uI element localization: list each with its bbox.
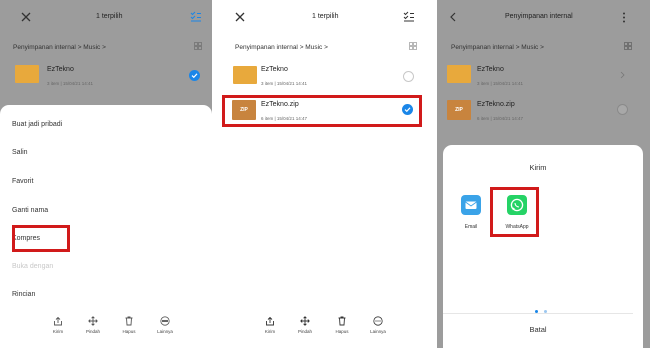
panel-share-sheet: Penyimpanan internal Penyimpanan interna… [437, 0, 650, 348]
share-icon [265, 316, 275, 326]
selection-title: 1 terpilih [312, 13, 339, 20]
file-name: EzTekno.zip [477, 101, 515, 108]
back-arrow-icon[interactable] [449, 12, 457, 22]
folder-icon [447, 65, 471, 83]
highlight-box [12, 225, 70, 252]
email-icon [461, 195, 481, 215]
page-indicator [535, 300, 548, 318]
bottom-action-label: Pindah [297, 329, 312, 334]
select-all-icon[interactable] [190, 11, 202, 22]
menu-item-details[interactable]: Rincian [12, 291, 35, 298]
bottom-action-move[interactable]: Pindah [290, 316, 320, 334]
page-title: Penyimpanan internal [505, 13, 573, 20]
breadcrumb-separator: > [102, 44, 106, 51]
breadcrumb[interactable]: Penyimpanan internal > Music > [235, 44, 328, 51]
menu-item-copy[interactable]: Salin [12, 149, 28, 156]
file-meta: 3 item | 15/04/21 14:41 [47, 81, 93, 86]
menu-item-make-private[interactable]: Buat jadi pribadi [12, 121, 62, 128]
bottom-action-label: Lainnya [157, 329, 173, 334]
bottom-action-label: Lainnya [370, 329, 386, 334]
view-toggle-icon[interactable] [624, 42, 632, 50]
file-name: EzTekno [477, 66, 504, 73]
close-icon[interactable] [235, 12, 245, 22]
file-name: EzTekno [47, 66, 74, 73]
move-icon [88, 316, 98, 326]
zip-file-icon: ZIP [447, 100, 471, 120]
close-icon[interactable] [21, 12, 31, 22]
panel-compress-menu: 1 terpilih Penyimpanan internal > Music … [0, 0, 212, 348]
select-all-icon[interactable] [403, 11, 415, 22]
menu-item-open-with: Buka dengan [12, 263, 54, 270]
share-target-email[interactable]: Email [458, 195, 484, 230]
folder-icon [233, 66, 257, 84]
view-toggle-icon[interactable] [409, 42, 417, 50]
share-sheet: Kirim Email WhatsApp Batal [443, 145, 643, 348]
bottom-action-delete[interactable]: Hapus [327, 316, 357, 334]
breadcrumb-folder[interactable]: Music [305, 44, 322, 51]
breadcrumb-separator: > [540, 44, 544, 51]
breadcrumb-root[interactable]: Penyimpanan internal [13, 44, 76, 51]
breadcrumb[interactable]: Penyimpanan internal > Music > [451, 44, 544, 51]
trash-icon [337, 316, 347, 326]
select-radio[interactable] [403, 71, 414, 82]
bottom-action-label: Pindah [85, 329, 100, 334]
bottom-action-label: Kirim [264, 329, 276, 334]
breadcrumb-folder[interactable]: Music [521, 44, 538, 51]
file-name: EzTekno [261, 66, 288, 73]
file-meta: 6 item | 15/04/21 14:47 [477, 116, 523, 121]
bottom-action-more[interactable]: Lainnya [150, 316, 180, 334]
bottom-action-share[interactable]: Kirim [255, 316, 285, 334]
overflow-menu-icon[interactable] [622, 12, 626, 23]
breadcrumb-root[interactable]: Penyimpanan internal [451, 44, 514, 51]
bottom-action-share[interactable]: Kirim [43, 316, 73, 334]
bottom-action-more[interactable]: Lainnya [363, 316, 393, 334]
share-sheet-title: Kirim [529, 163, 547, 172]
highlight-box [490, 187, 539, 237]
divider [443, 313, 633, 314]
file-meta: 3 item | 15/04/21 14:41 [477, 81, 523, 86]
folder-icon [15, 65, 39, 83]
share-target-label: Email [464, 224, 478, 230]
breadcrumb-separator: > [324, 44, 328, 51]
action-menu-sheet: Buat jadi pribadi Salin Favorit Ganti na… [0, 105, 212, 348]
file-meta: 3 item | 15/04/21 14:41 [261, 81, 307, 86]
move-icon [300, 316, 310, 326]
more-icon [373, 316, 383, 326]
more-icon [160, 316, 170, 326]
cancel-button[interactable]: Batal [443, 325, 633, 334]
chevron-right-icon [620, 71, 625, 79]
breadcrumb-root[interactable]: Penyimpanan internal [235, 44, 298, 51]
share-icon [53, 316, 63, 326]
bottom-action-label: Hapus [122, 329, 136, 334]
menu-item-favorite[interactable]: Favorit [12, 178, 33, 185]
bottom-action-label: Kirim [52, 329, 64, 334]
selection-title: 1 terpilih [96, 13, 123, 20]
select-radio[interactable] [617, 104, 628, 115]
bottom-action-delete[interactable]: Hapus [114, 316, 144, 334]
breadcrumb-folder[interactable]: Music [83, 44, 100, 51]
breadcrumb[interactable]: Penyimpanan internal > Music > [13, 44, 106, 51]
menu-item-rename[interactable]: Ganti nama [12, 207, 48, 214]
trash-icon [124, 316, 134, 326]
bottom-action-label: Hapus [335, 329, 349, 334]
view-toggle-icon[interactable] [194, 42, 202, 50]
highlight-box [222, 95, 422, 127]
bottom-action-move[interactable]: Pindah [78, 316, 108, 334]
selected-check-icon[interactable] [189, 70, 200, 81]
panel-file-list: 1 terpilih Penyimpanan internal > Music … [219, 0, 431, 348]
